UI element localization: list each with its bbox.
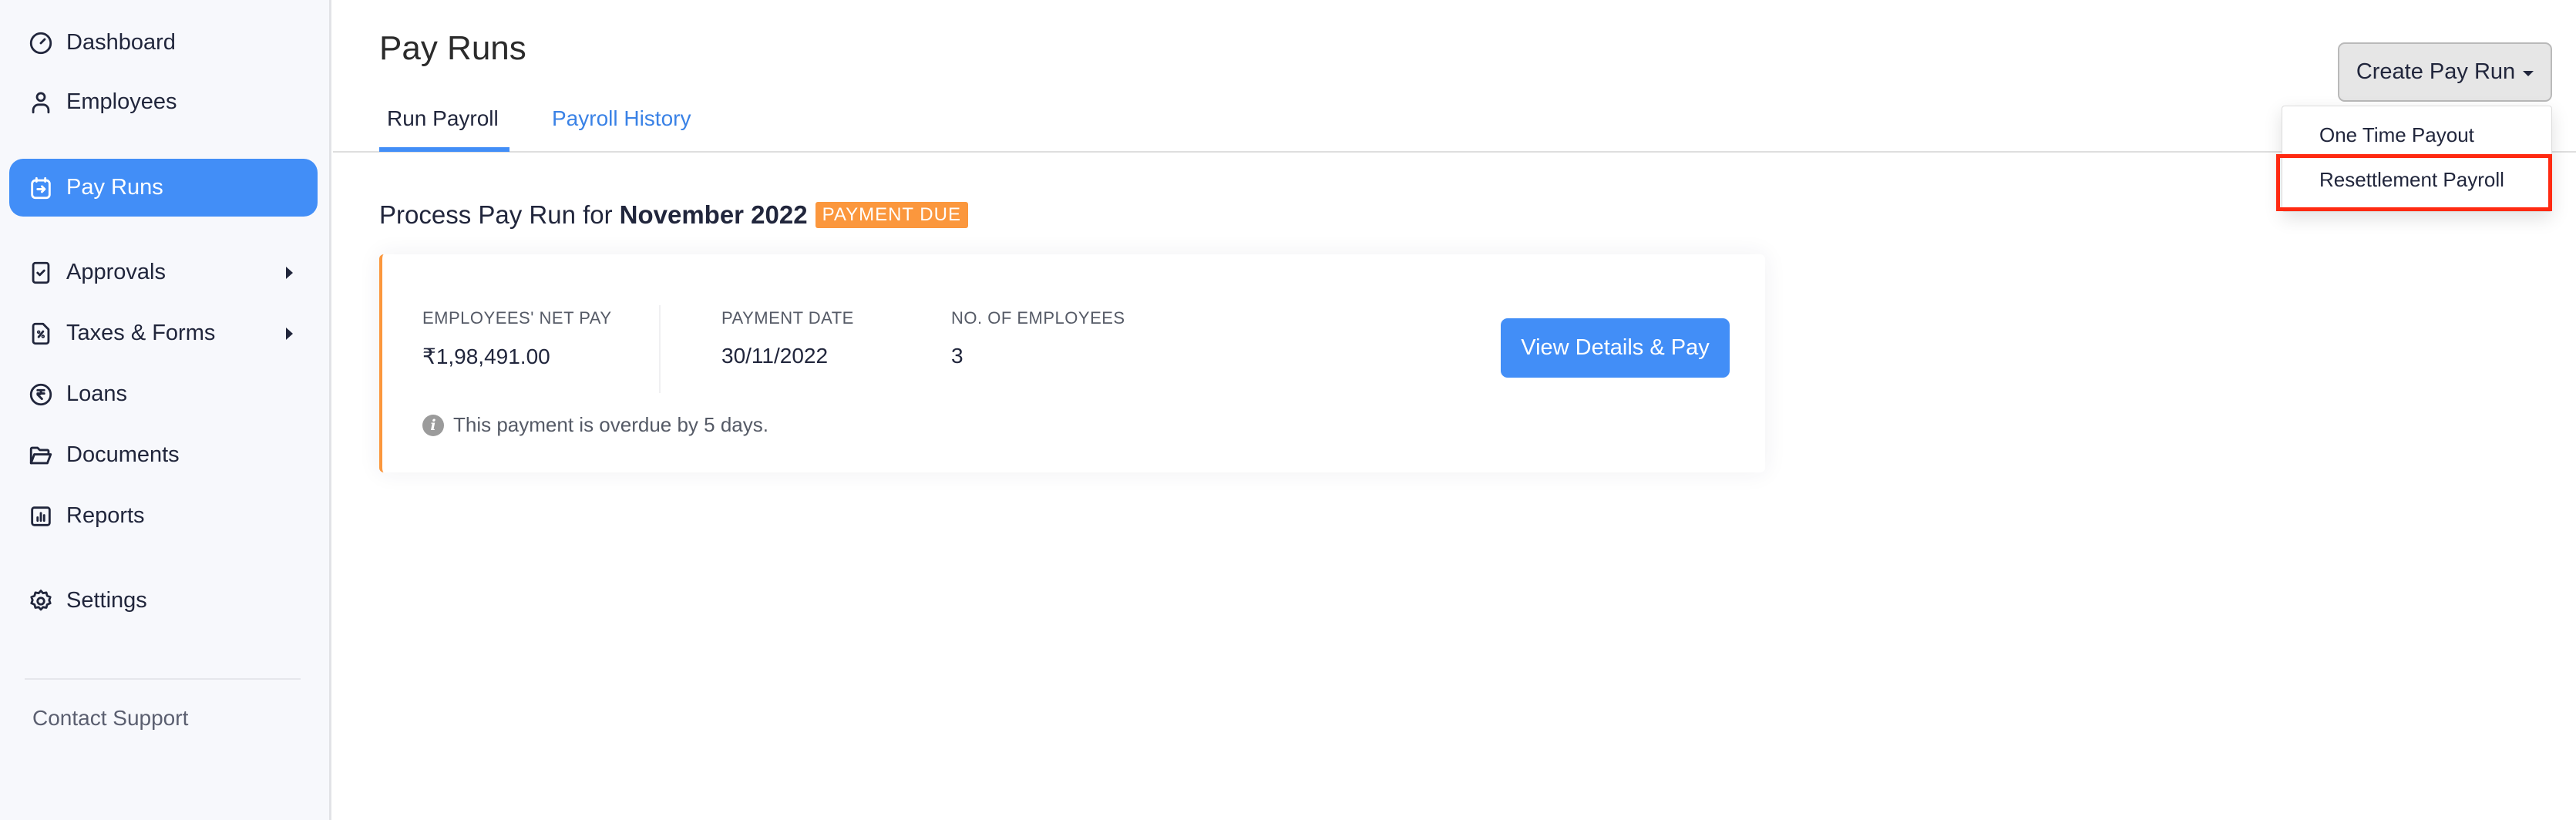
- chevron-right-icon: [286, 266, 293, 279]
- sidebar-item-label: Documents: [66, 442, 180, 467]
- bar-chart-icon: [28, 503, 54, 529]
- heading-prefix: Process Pay Run for: [379, 200, 613, 229]
- sidebar-item-taxes-forms[interactable]: Taxes & Forms: [9, 304, 318, 362]
- sidebar-divider: [25, 678, 301, 680]
- sidebar-item-settings[interactable]: Settings: [9, 572, 318, 630]
- create-pay-run-button[interactable]: Create Pay Run: [2338, 42, 2552, 102]
- stat-payment-date: PAYMENT DATE 30/11/2022: [721, 308, 854, 368]
- stat-employee-count: NO. OF EMPLOYEES 3: [951, 308, 1125, 368]
- calendar-arrow-icon: [28, 175, 54, 201]
- sidebar-item-label: Dashboard: [66, 30, 176, 55]
- create-pay-run-menu: One Time Payout Resettlement Payroll: [2282, 106, 2552, 212]
- stat-divider: [659, 305, 661, 393]
- page-title: Pay Runs: [379, 29, 526, 67]
- user-icon: [28, 89, 54, 116]
- folder-open-icon: [28, 442, 54, 469]
- menu-item-one-time-payout[interactable]: One Time Payout: [2319, 123, 2474, 147]
- pay-run-heading: Process Pay Run for November 2022 PAYMEN…: [379, 200, 968, 230]
- stat-value: 3: [951, 344, 963, 368]
- create-pay-run-label: Create Pay Run: [2356, 59, 2516, 84]
- checkbox-icon: [28, 260, 54, 286]
- stat-label: PAYMENT DATE: [721, 308, 854, 328]
- caret-down-icon: [2523, 70, 2534, 76]
- tab-payroll-history[interactable]: Payroll History: [552, 106, 691, 131]
- rupee-circle-icon: [28, 381, 54, 408]
- sidebar-item-label: Loans: [66, 381, 128, 406]
- status-badge: PAYMENT DUE: [815, 202, 968, 228]
- view-details-pay-button[interactable]: View Details & Pay: [1501, 318, 1730, 378]
- stat-net-pay: EMPLOYEES' NET PAY ₹1,98,491.00: [422, 308, 612, 369]
- chevron-right-icon: [286, 327, 293, 340]
- stat-value: ₹1,98,491.00: [422, 344, 550, 368]
- tab-run-payroll[interactable]: Run Payroll: [387, 106, 499, 131]
- sidebar-item-pay-runs[interactable]: Pay Runs: [9, 159, 318, 217]
- stat-label: NO. OF EMPLOYEES: [951, 308, 1125, 328]
- sidebar-item-loans[interactable]: Loans: [9, 365, 318, 423]
- sidebar-item-label: Taxes & Forms: [66, 321, 216, 345]
- stat-value: 30/11/2022: [721, 344, 829, 368]
- sidebar-item-approvals[interactable]: Approvals: [9, 244, 318, 301]
- sidebar-item-label: Settings: [66, 588, 147, 613]
- info-icon: i: [422, 414, 444, 436]
- pay-run-card: EMPLOYEES' NET PAY ₹1,98,491.00 PAYMENT …: [379, 254, 1765, 472]
- stat-label: EMPLOYEES' NET PAY: [422, 308, 612, 328]
- sidebar-item-label: Reports: [66, 503, 145, 528]
- sidebar-item-reports[interactable]: Reports: [9, 487, 318, 545]
- sidebar-item-dashboard[interactable]: Dashboard: [9, 14, 318, 72]
- percent-document-icon: [28, 321, 54, 347]
- sidebar-item-label: Employees: [66, 89, 177, 114]
- menu-item-resettlement-payroll[interactable]: Resettlement Payroll: [2319, 168, 2504, 192]
- sidebar: Dashboard Employees Pay Runs Approvals T…: [0, 0, 331, 820]
- sidebar-item-label: Approvals: [66, 260, 166, 284]
- overdue-notice: i This payment is overdue by 5 days.: [422, 413, 768, 437]
- overdue-message: This payment is overdue by 5 days.: [453, 413, 768, 436]
- sidebar-item-label: Pay Runs: [66, 175, 163, 200]
- active-tab-indicator: [379, 147, 509, 152]
- sidebar-item-documents[interactable]: Documents: [9, 426, 318, 484]
- contact-support-link[interactable]: Contact Support: [32, 706, 188, 731]
- pay-period: November 2022: [619, 200, 808, 229]
- sidebar-item-employees[interactable]: Employees: [9, 73, 318, 131]
- dashboard-gauge-icon: [28, 30, 54, 56]
- gear-icon: [28, 588, 54, 614]
